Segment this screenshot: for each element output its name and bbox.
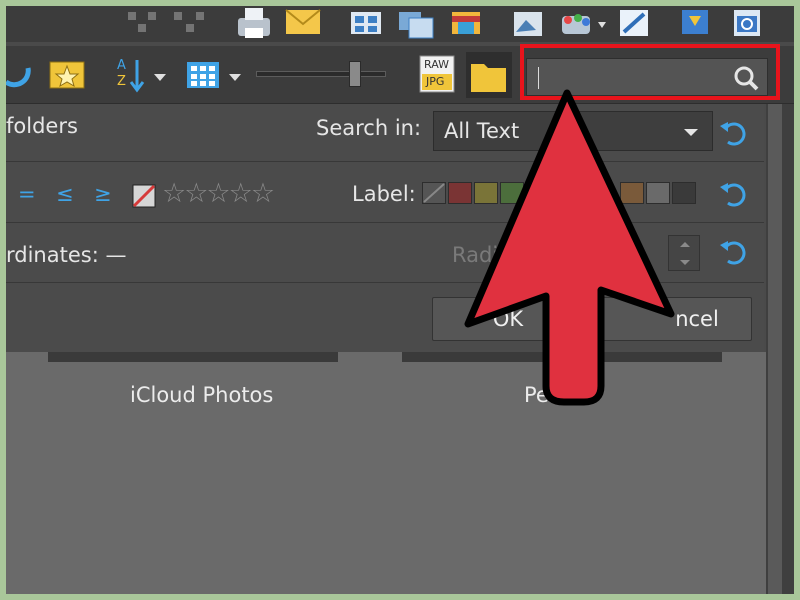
app-window: A Z RAW JPG folders Search in: All Text	[6, 6, 794, 594]
pointer-arrow-icon	[464, 89, 675, 406]
